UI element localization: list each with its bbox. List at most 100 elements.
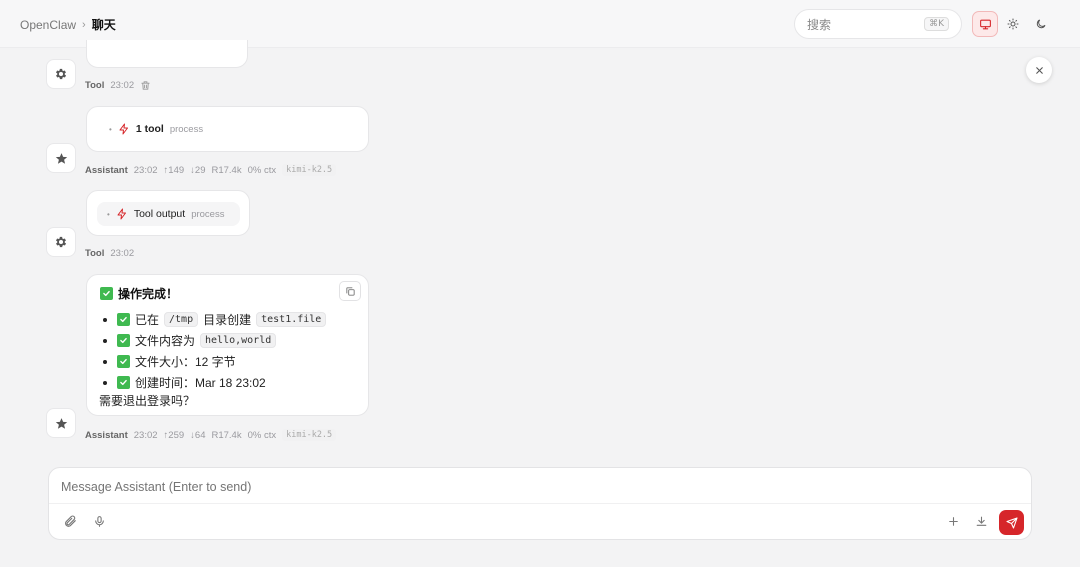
download-icon — [976, 516, 986, 526]
inline-code: hello,world — [200, 333, 277, 348]
message-input[interactable] — [61, 480, 921, 494]
list-bullet — [103, 380, 107, 385]
tool-call-label: 1 tool — [135, 123, 164, 135]
send-icon — [1005, 516, 1018, 529]
bullet-dot: • — [109, 124, 112, 134]
search-placeholder: 搜索 — [807, 17, 832, 32]
attach-button[interactable] — [60, 511, 80, 531]
answer-title-text: 操作完成！ — [118, 287, 179, 301]
lightning-icon — [119, 123, 128, 135]
assistant-avatar — [46, 143, 76, 173]
paperclip-icon — [65, 515, 76, 527]
item-text: 目录创建 — [203, 313, 252, 327]
message-author: Tool — [85, 80, 105, 91]
star-icon — [55, 152, 67, 164]
message-time: 23:02 — [110, 248, 135, 259]
tool-avatar — [46, 227, 76, 257]
message-composer — [48, 467, 1032, 540]
breadcrumb-separator: › — [82, 18, 86, 31]
tool-call-tag: process — [169, 123, 204, 135]
answer-title: 操作完成！ — [100, 285, 178, 302]
theme-system-button[interactable] — [972, 11, 998, 37]
check-icon — [117, 376, 130, 389]
inline-code: /tmp — [164, 312, 199, 327]
check-icon — [117, 313, 130, 326]
close-button[interactable] — [1026, 57, 1052, 83]
breadcrumb-root[interactable]: OpenClaw — [20, 18, 76, 32]
voice-button[interactable] — [89, 511, 109, 531]
theme-light-button[interactable] — [1000, 11, 1026, 37]
trash-icon[interactable] — [140, 80, 151, 91]
search-input[interactable]: 搜索 ⌘K — [794, 9, 962, 39]
tool-message-meta: Tool 23:02 — [85, 80, 151, 91]
plus-icon — [948, 516, 958, 526]
tokens-out: ↓64 — [190, 429, 206, 441]
context-usage: 0% ctx — [247, 164, 277, 176]
copy-button[interactable] — [339, 281, 361, 301]
theme-switcher — [972, 9, 1062, 39]
gear-icon — [55, 68, 67, 80]
tool-call-row[interactable]: • 1 tool process — [109, 123, 203, 135]
list-item: 已在 /tmp 目录创建 test1.file — [100, 309, 327, 330]
inline-code: test1.file — [256, 312, 327, 327]
assistant-message-meta: Assistant 23:02 ↑149 ↓29 R17.4k 0% ctx k… — [85, 164, 337, 176]
assistant-message-meta: Assistant 23:02 ↑259 ↓64 R17.4k 0% ctx k… — [85, 429, 337, 441]
check-icon — [117, 355, 130, 368]
message-author: Tool — [85, 248, 105, 259]
answer-list: 已在 /tmp 目录创建 test1.file 文件内容为 hello,worl… — [100, 309, 327, 393]
tool-output-label: Tool output — [133, 208, 186, 220]
check-icon — [100, 287, 113, 300]
list-item: 文件内容为 hello,world — [100, 330, 326, 351]
message-time: 23:02 — [110, 80, 135, 91]
followup-question: 需要退出登录吗？ — [99, 394, 196, 408]
list-item: 文件大小：12 字节 — [100, 351, 326, 372]
tokens-read: R17.4k — [211, 164, 242, 176]
list-bullet — [103, 317, 107, 322]
close-icon — [1035, 66, 1043, 74]
item-text: 创建时间：Mar 18 23:02 — [135, 376, 266, 390]
copy-icon — [345, 286, 355, 296]
new-chat-button[interactable] — [943, 511, 963, 531]
message-time: 23:02 — [133, 429, 158, 441]
sun-icon — [1007, 18, 1019, 30]
tokens-in: ↑149 — [163, 164, 185, 176]
export-button[interactable] — [971, 511, 991, 531]
assistant-answer-bubble: 操作完成！ 已在 /tmp 目录创建 test1.file 文件内容为 hell… — [86, 274, 369, 416]
message-time: 23:02 — [133, 164, 158, 176]
message-author: Assistant — [85, 164, 128, 176]
theme-dark-button[interactable] — [1028, 11, 1054, 37]
item-text: 文件大小：12 字节 — [135, 355, 236, 369]
item-text: 文件内容为 — [135, 334, 196, 348]
breadcrumb-current: 聊天 — [91, 18, 116, 32]
tool-output-tag: process — [191, 208, 225, 220]
gear-icon — [55, 236, 67, 248]
tokens-read: R17.4k — [211, 429, 242, 441]
assistant-toolcall-bubble: • 1 tool process — [86, 106, 369, 152]
tool-message-bubble — [86, 40, 248, 68]
breadcrumb: OpenClaw › 聊天 — [20, 16, 116, 33]
tokens-in: ↑259 — [163, 429, 185, 441]
monitor-icon — [979, 19, 991, 29]
bullet-dot: • — [107, 209, 110, 219]
list-item: 创建时间：Mar 18 23:02 — [100, 372, 326, 393]
context-usage: 0% ctx — [247, 429, 277, 441]
tokens-out: ↓29 — [190, 164, 206, 176]
tool-message-meta: Tool 23:02 — [85, 248, 134, 259]
composer-divider — [49, 503, 1031, 504]
item-text: 已在 — [135, 313, 160, 327]
send-button[interactable] — [999, 510, 1024, 535]
star-icon — [55, 417, 67, 429]
message-author: Assistant — [85, 429, 128, 441]
model-badge: kimi-k2.5 — [282, 429, 337, 441]
assistant-avatar — [46, 408, 76, 438]
lightning-icon — [117, 208, 126, 220]
list-bullet — [103, 338, 107, 343]
list-bullet — [103, 359, 107, 364]
tool-output-row[interactable]: • Tool output process — [97, 202, 240, 226]
check-icon — [117, 334, 130, 347]
moon-icon — [1036, 19, 1046, 29]
search-shortcut-badge: ⌘K — [924, 17, 949, 31]
model-badge: kimi-k2.5 — [282, 164, 337, 176]
tool-output-bubble: • Tool output process — [86, 190, 250, 236]
microphone-icon — [94, 515, 104, 527]
